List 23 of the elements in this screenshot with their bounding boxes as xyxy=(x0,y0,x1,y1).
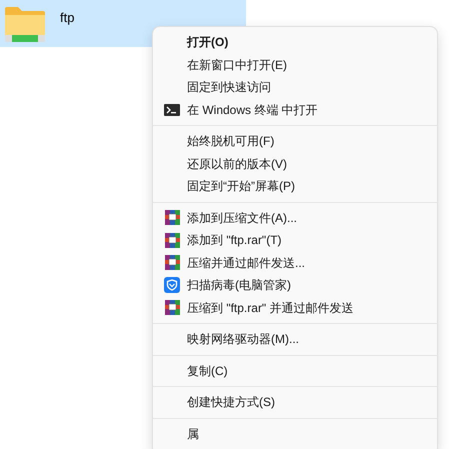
menu-item[interactable]: 在 Windows 终端 中打开 xyxy=(187,100,318,119)
terminal-icon xyxy=(164,104,180,116)
menu-item[interactable]: 固定到快速访问 xyxy=(187,78,271,96)
books-icon xyxy=(164,210,180,226)
shield-icon xyxy=(164,277,180,294)
menu-item[interactable]: 固定到“开始”屏幕(P) xyxy=(187,177,295,196)
menu-item[interactable]: 压缩到 "ftp.rar" 并通过邮件发送 xyxy=(187,298,354,317)
menu-item[interactable]: 在新窗口中打开(E) xyxy=(187,56,287,74)
menu-item[interactable]: 扫描病毒(电脑管家) xyxy=(187,276,291,294)
menu-item[interactable]: 始终脱机可用(F) xyxy=(187,132,274,150)
file-name: ftp xyxy=(60,9,74,27)
menu-item[interactable]: 复制(C) xyxy=(187,362,228,380)
menu-item[interactable]: 创建快捷方式(S) xyxy=(187,393,275,412)
menu-item[interactable]: 还原以前的版本(V) xyxy=(187,154,287,173)
menu-item[interactable]: 属 xyxy=(187,424,199,443)
menu-item[interactable]: 添加到 "ftp.rar"(T) xyxy=(187,231,282,250)
books-icon xyxy=(164,300,180,316)
books-icon xyxy=(164,232,180,248)
menu-item[interactable]: 压缩并通过邮件发送... xyxy=(187,254,306,272)
books-icon xyxy=(164,255,180,270)
menu-item[interactable]: 映射网络驱动器(M)... xyxy=(187,330,299,348)
folder-icon xyxy=(4,5,46,43)
menu-item[interactable]: 添加到压缩文件(A)... xyxy=(187,208,297,227)
